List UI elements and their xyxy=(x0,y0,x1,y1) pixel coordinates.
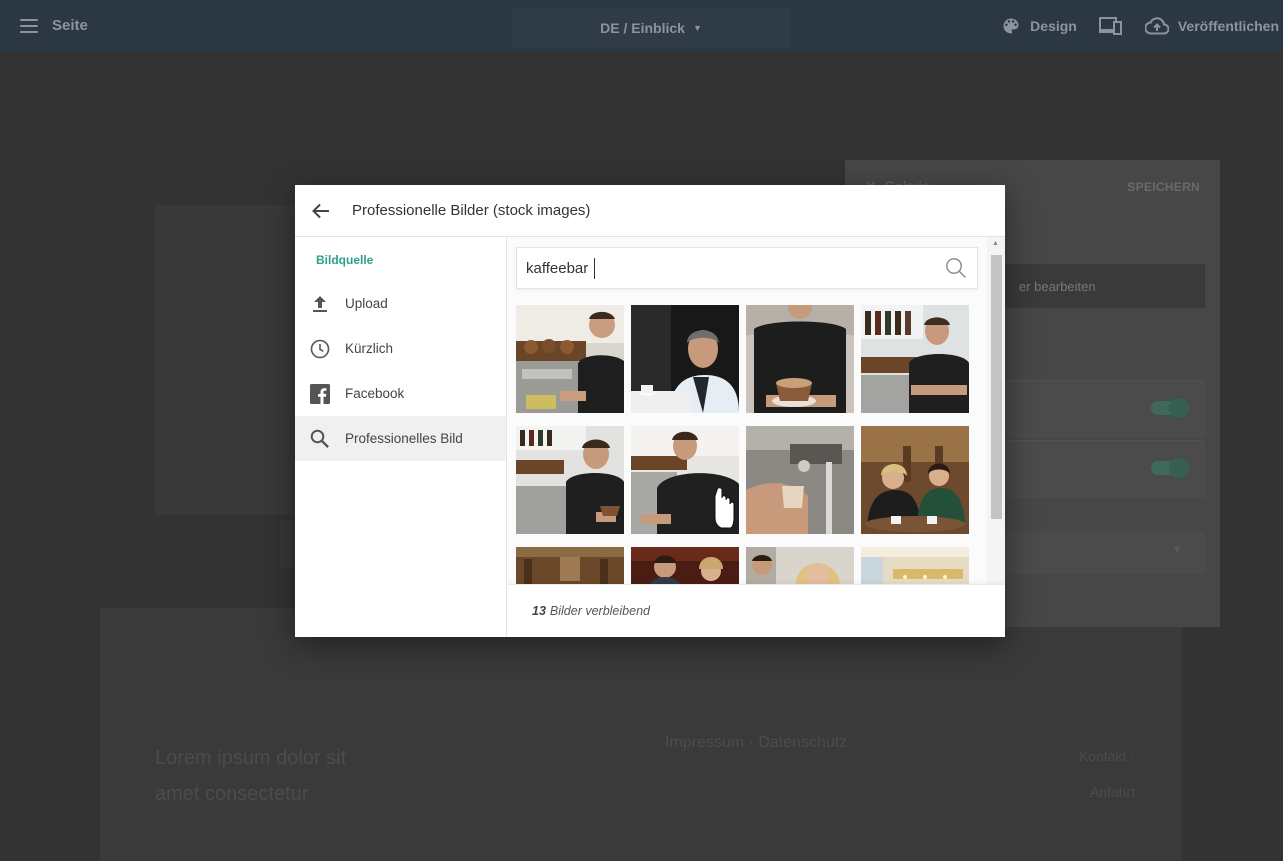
barista-photo xyxy=(516,305,624,413)
cloud-upload-icon xyxy=(1144,17,1169,35)
latte-photo xyxy=(746,305,854,413)
toggle-switch-1[interactable] xyxy=(1151,398,1189,418)
stock-image-tile[interactable] xyxy=(631,426,739,534)
devices-icon xyxy=(1098,17,1122,35)
nav-item-label: Upload xyxy=(345,296,388,311)
back-button[interactable] xyxy=(295,185,347,237)
remaining-images-footer: 13 Bilder verbleibend xyxy=(508,584,1005,637)
scroll-up-arrow-icon[interactable]: ▲ xyxy=(992,240,999,247)
stock-search-box xyxy=(516,247,978,289)
dialog-header: Professionelle Bilder (stock images) xyxy=(295,185,1005,237)
nav-item-label: Professionelles Bild xyxy=(345,431,463,446)
facebook-icon xyxy=(309,383,331,405)
save-button[interactable]: SPEICHERN xyxy=(1127,180,1200,194)
image-source-sidebar: Bildquelle Upload Kürzlich Facebook Prof… xyxy=(295,237,507,637)
barista-bar-photo xyxy=(861,305,969,413)
publish-button[interactable]: Veröffentlichen xyxy=(1144,17,1279,35)
remaining-label: Bilder verbleibend xyxy=(549,604,650,618)
stock-image-tile[interactable] xyxy=(746,426,854,534)
women-cafe-photo xyxy=(861,426,969,534)
scrollbar-thumb[interactable] xyxy=(991,255,1002,519)
nav-item-recent[interactable]: Kürzlich xyxy=(295,326,506,371)
espresso-machine-photo xyxy=(746,426,854,534)
stock-search-input[interactable] xyxy=(517,248,927,288)
language-page-selector[interactable]: DE / Einblick ▼ xyxy=(512,8,790,48)
stock-images-dialog: Professionelle Bilder (stock images) Bil… xyxy=(295,185,1005,637)
palette-icon xyxy=(1003,18,1019,34)
search-icon[interactable] xyxy=(945,257,967,284)
image-source-nav: Upload Kürzlich Facebook Professionelles… xyxy=(295,281,506,461)
background-footer-text-right: Kontakt · Anfahrt xyxy=(1078,748,1135,800)
stock-image-tile[interactable] xyxy=(631,305,739,413)
publish-label: Veröffentlichen xyxy=(1177,18,1279,34)
settings-row-2 xyxy=(1005,440,1205,498)
background-footer-section: Lorem ipsum dolor sit amet consectetur I… xyxy=(100,608,1182,861)
dialog-title: Professionelle Bilder (stock images) xyxy=(352,202,591,219)
page-menu-label: Seite xyxy=(52,17,88,34)
results-scrollbar[interactable]: ▲ xyxy=(987,237,1005,637)
stock-image-tile[interactable] xyxy=(516,426,624,534)
barista-cup-photo xyxy=(516,426,624,534)
nav-item-label: Facebook xyxy=(345,386,405,401)
edit-images-button[interactable]: er bearbeiten xyxy=(1005,264,1205,308)
stock-image-tile[interactable] xyxy=(861,426,969,534)
upload-icon xyxy=(309,293,331,315)
image-source-label: Bildquelle xyxy=(316,253,374,267)
settings-row-1 xyxy=(1005,380,1205,438)
app-topbar: Seite DE / Einblick ▼ Design Veröffentli… xyxy=(0,0,1283,52)
remaining-count: 13 xyxy=(532,604,546,618)
device-preview-button[interactable] xyxy=(1098,16,1123,36)
stock-image-tile[interactable] xyxy=(746,305,854,413)
settings-select[interactable]: ▼ xyxy=(1005,532,1205,574)
nav-item-upload[interactable]: Upload xyxy=(295,281,506,326)
background-footer-text-left: Lorem ipsum dolor sit amet consectetur xyxy=(155,747,347,805)
stock-results-area: ▲ 13 Bilder verbleibend xyxy=(508,237,1005,637)
background-footer-text-middle: Impressum · Datenschutz xyxy=(665,734,848,751)
design-button[interactable]: Design xyxy=(1001,16,1077,36)
stock-image-tile[interactable] xyxy=(861,305,969,413)
chevron-down-icon: ▼ xyxy=(1171,542,1183,556)
design-label: Design xyxy=(1030,18,1077,34)
barista-counter-photo xyxy=(631,426,739,534)
toggle-switch-2[interactable] xyxy=(1151,458,1189,478)
nav-item-label: Kürzlich xyxy=(345,341,394,356)
arrow-left-icon xyxy=(312,203,329,218)
language-page-label: DE / Einblick xyxy=(600,20,685,36)
page-menu-button[interactable]: Seite xyxy=(20,17,88,34)
man-cafe-photo xyxy=(631,305,739,413)
stock-image-tile[interactable] xyxy=(516,305,624,413)
clock-icon xyxy=(309,338,331,360)
nav-item-facebook[interactable]: Facebook xyxy=(295,371,506,416)
chevron-down-icon: ▼ xyxy=(692,23,702,33)
text-caret xyxy=(594,258,595,279)
hamburger-icon xyxy=(20,18,38,33)
nav-item-professional-image[interactable]: Professionelles Bild xyxy=(295,416,506,461)
search-icon xyxy=(309,428,331,450)
